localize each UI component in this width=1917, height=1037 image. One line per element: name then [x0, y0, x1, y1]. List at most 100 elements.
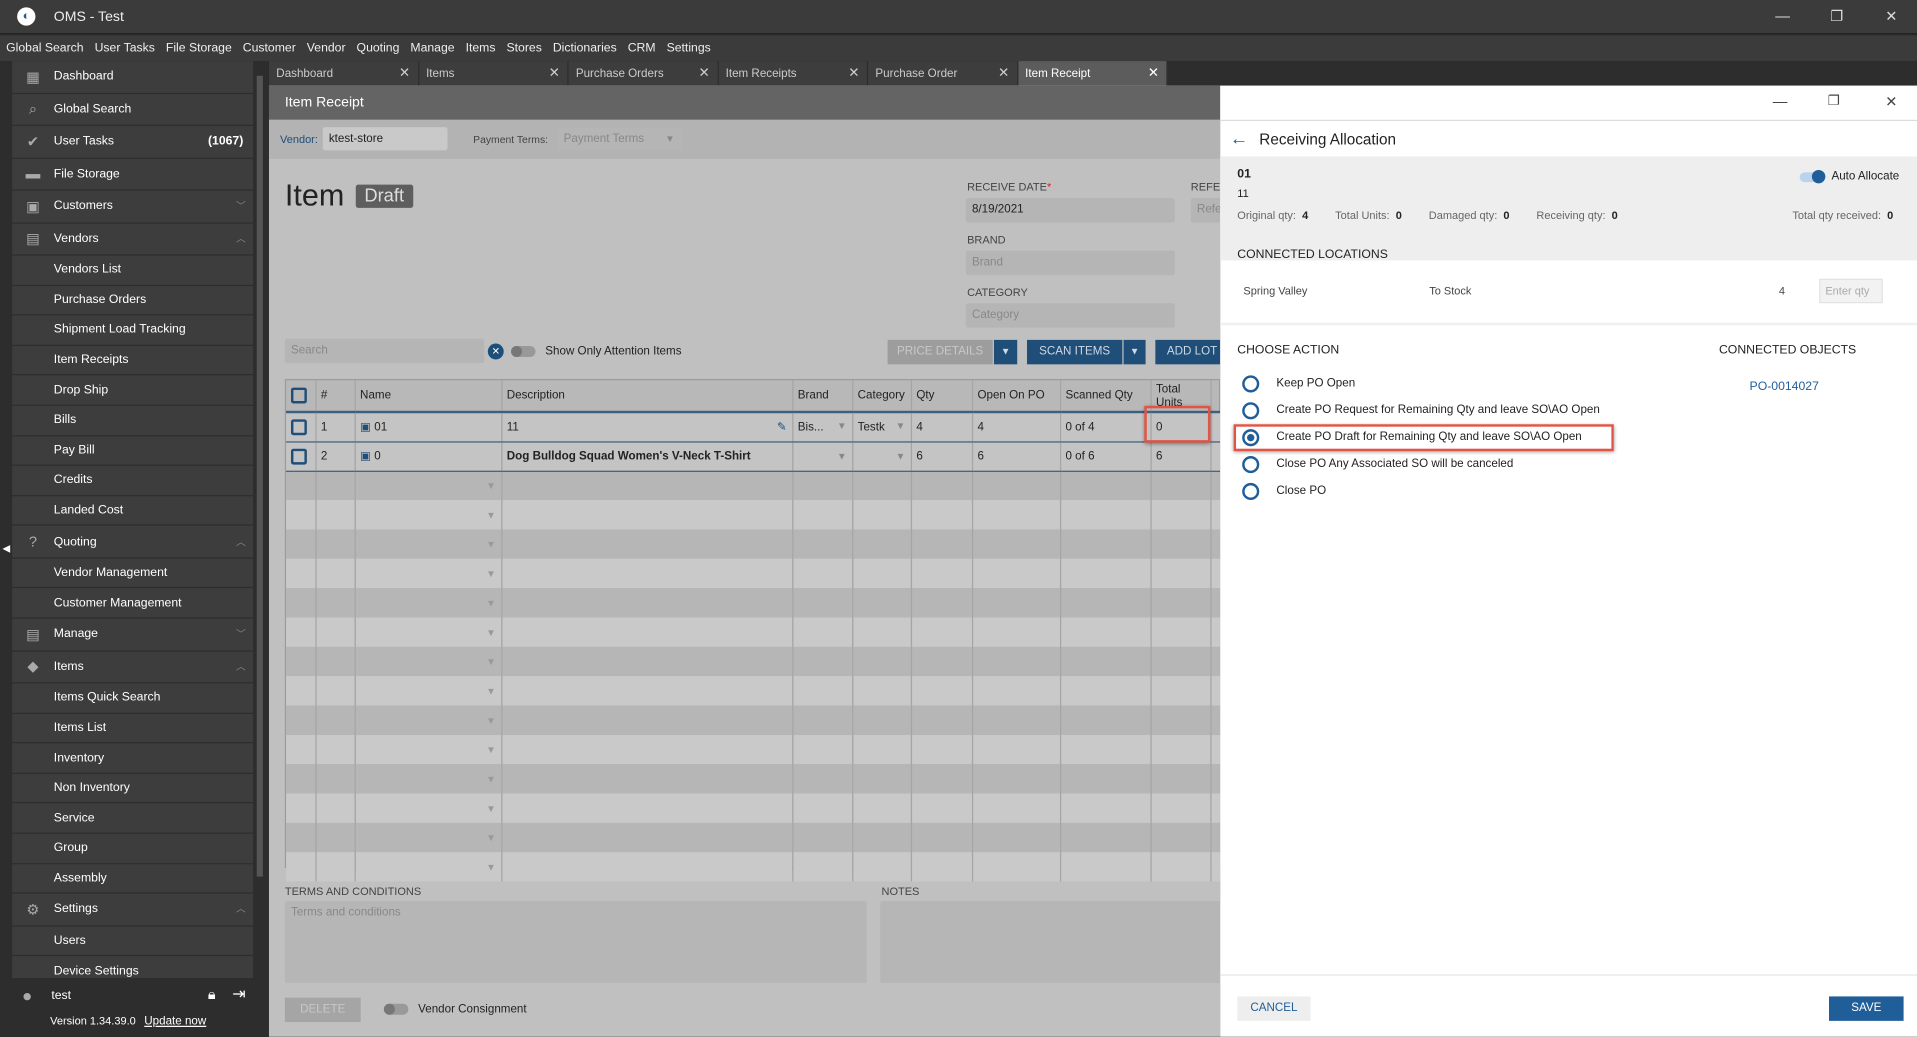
total-units-cell[interactable]: 6	[1150, 441, 1211, 472]
action-label[interactable]: Keep PO Open	[1276, 377, 1355, 390]
sidebar-item-landed-cost[interactable]: Landed Cost	[12, 496, 254, 527]
sidebar-item-pay-bill[interactable]: Pay Bill	[12, 435, 254, 467]
menu-item[interactable]: Vendor	[307, 42, 346, 55]
sidebar-item-users[interactable]: Users	[12, 926, 254, 957]
add-lot-button[interactable]: ADD LOT	[1155, 339, 1221, 365]
action-radio[interactable]	[1242, 375, 1260, 393]
column-header[interactable]: Brand	[792, 380, 853, 414]
menu-item[interactable]: Dictionaries	[553, 42, 617, 55]
menu-item[interactable]: Manage	[410, 42, 454, 55]
back-arrow-icon[interactable]: ←	[1230, 128, 1248, 149]
tab-dashboard[interactable]: Dashboard ✕	[268, 61, 419, 86]
sidebar-item-settings[interactable]: ⚙ Settings ︿	[12, 893, 254, 927]
sidebar-item-group[interactable]: Group	[12, 833, 254, 864]
update-now-link[interactable]: Update now	[144, 1015, 206, 1028]
chevron-up-icon[interactable]: ︿	[236, 535, 246, 548]
sidebar-item-quoting[interactable]: ? Quoting ︿	[12, 526, 254, 559]
close-tab-icon[interactable]: ✕	[1148, 65, 1159, 81]
collapse-sidebar-icon[interactable]: ◀	[2, 543, 10, 554]
action-radio[interactable]	[1242, 456, 1260, 474]
action-radio[interactable]	[1242, 402, 1260, 420]
sidebar-item-vendors[interactable]: ▤ Vendors ︿	[12, 223, 254, 256]
tab-purchase-order[interactable]: Purchase Order ✕	[868, 61, 1018, 86]
sidebar-item-drop-ship[interactable]: Drop Ship	[12, 375, 254, 406]
row-checkbox[interactable]	[286, 412, 317, 442]
brand-select[interactable]: Brand	[965, 250, 1175, 276]
tab-items[interactable]: Items ✕	[418, 61, 569, 86]
column-header[interactable]: Description	[501, 380, 793, 414]
vendor-field[interactable]: ktest-store	[322, 127, 448, 151]
restore-icon[interactable]: ❐	[1830, 7, 1843, 24]
sidebar-item-customer-management[interactable]: Customer Management	[12, 588, 254, 619]
sidebar-item-vendor-management[interactable]: Vendor Management	[12, 558, 254, 589]
clear-search-icon[interactable]: ✕	[487, 343, 504, 360]
close-tab-icon[interactable]: ✕	[549, 65, 560, 81]
close-tab-icon[interactable]: ✕	[848, 65, 859, 81]
chevron-up-icon[interactable]: ︿	[236, 660, 246, 673]
action-radio[interactable]	[1242, 482, 1260, 501]
price-details-dropdown[interactable]: ▼	[993, 339, 1018, 365]
sidebar-item-items-quick-search[interactable]: Items Quick Search	[12, 683, 254, 714]
logout-icon[interactable]: ⇥	[232, 984, 245, 1004]
restore-icon[interactable]: ❐	[1828, 93, 1840, 109]
menu-item[interactable]: File Storage	[166, 42, 232, 55]
menu-item[interactable]: Global Search	[6, 42, 83, 55]
chevron-down-icon[interactable]: ﹀	[236, 628, 246, 641]
sidebar-item-vendors-list[interactable]: Vendors List	[12, 255, 254, 286]
sidebar-item-shipment-load-tracking[interactable]: Shipment Load Tracking	[12, 315, 254, 346]
sidebar-item-user-tasks[interactable]: ✔ User Tasks (1067)	[12, 125, 254, 159]
sidebar-item-inventory[interactable]: Inventory	[12, 743, 254, 774]
payment-terms-select[interactable]: Payment Terms	[557, 127, 683, 151]
delete-button[interactable]: DELETE	[284, 997, 361, 1023]
menu-item[interactable]: User Tasks	[95, 42, 155, 55]
category-cell[interactable]: Testk ▼	[852, 412, 912, 442]
sidebar-item-service[interactable]: Service	[12, 803, 254, 834]
sidebar-item-items[interactable]: ◆ Items ︿	[12, 651, 254, 684]
item-description[interactable]: Dog Bulldog Squad Women's V-Neck T-Shirt	[501, 441, 793, 472]
column-header[interactable]: Scanned Qty	[1059, 380, 1152, 414]
select-all-checkbox[interactable]	[286, 380, 317, 414]
sidebar-item-bills[interactable]: Bills	[12, 405, 254, 436]
action-label[interactable]: Create PO Request for Remaining Qty and …	[1276, 403, 1599, 416]
minimize-icon[interactable]: —	[1773, 93, 1788, 110]
table-row[interactable]: 2 ▣ 0 Dog Bulldog Squad Women's V-Neck T…	[286, 441, 1221, 472]
sidebar-scrollbar[interactable]	[256, 75, 263, 877]
po-link[interactable]: PO-0014027	[1750, 380, 1819, 393]
tab-item-receipts[interactable]: Item Receipts ✕	[718, 61, 869, 86]
menu-item[interactable]: Settings	[667, 42, 711, 55]
minimize-icon[interactable]: —	[1775, 7, 1790, 24]
category-cell[interactable]: ▼	[852, 441, 912, 472]
row-checkbox[interactable]	[286, 441, 317, 472]
action-label[interactable]: Close PO	[1276, 484, 1326, 497]
close-icon[interactable]: ✕	[1885, 7, 1897, 24]
column-header[interactable]: Name	[354, 380, 502, 414]
tab-purchase-orders[interactable]: Purchase Orders ✕	[568, 61, 719, 86]
consignment-toggle[interactable]	[383, 1003, 409, 1015]
close-tab-icon[interactable]: ✕	[998, 65, 1009, 81]
brand-cell[interactable]: ▼	[792, 441, 853, 472]
sidebar-item-credits[interactable]: Credits	[12, 466, 254, 497]
terms-input[interactable]: Terms and conditions	[284, 901, 867, 983]
close-icon[interactable]: ✕	[1885, 93, 1897, 110]
sidebar-item-dashboard[interactable]: ▦ Dashboard	[12, 61, 254, 94]
enter-qty-input[interactable]: Enter qty	[1819, 278, 1883, 304]
notes-input[interactable]	[880, 901, 1221, 983]
chevron-up-icon[interactable]: ︿	[236, 232, 246, 245]
menu-item[interactable]: CRM	[628, 42, 656, 55]
auto-allocate-toggle[interactable]	[1799, 169, 1826, 184]
sidebar-item-non-inventory[interactable]: Non Inventory	[12, 773, 254, 804]
attention-toggle[interactable]	[511, 345, 536, 357]
sidebar-item-global-search[interactable]: ⌕ Global Search	[12, 93, 254, 126]
cancel-button[interactable]: CANCEL	[1237, 996, 1311, 1021]
tab-item-receipt[interactable]: Item Receipt ✕	[1017, 61, 1168, 86]
scan-items-button[interactable]: SCAN ITEMS	[1026, 339, 1123, 365]
close-tab-icon[interactable]: ✕	[399, 65, 410, 81]
menu-item[interactable]: Customer	[243, 42, 296, 55]
category-select[interactable]: Category	[965, 303, 1175, 328]
column-header[interactable]: Open On PO	[971, 380, 1061, 414]
brand-cell[interactable]: Bis... ▼	[792, 412, 853, 442]
sidebar-item-item-receipts[interactable]: Item Receipts	[12, 345, 254, 376]
sidebar-item-assembly[interactable]: Assembly	[12, 863, 254, 894]
close-tab-icon[interactable]: ✕	[698, 65, 709, 81]
menu-item[interactable]: Items	[466, 42, 496, 55]
